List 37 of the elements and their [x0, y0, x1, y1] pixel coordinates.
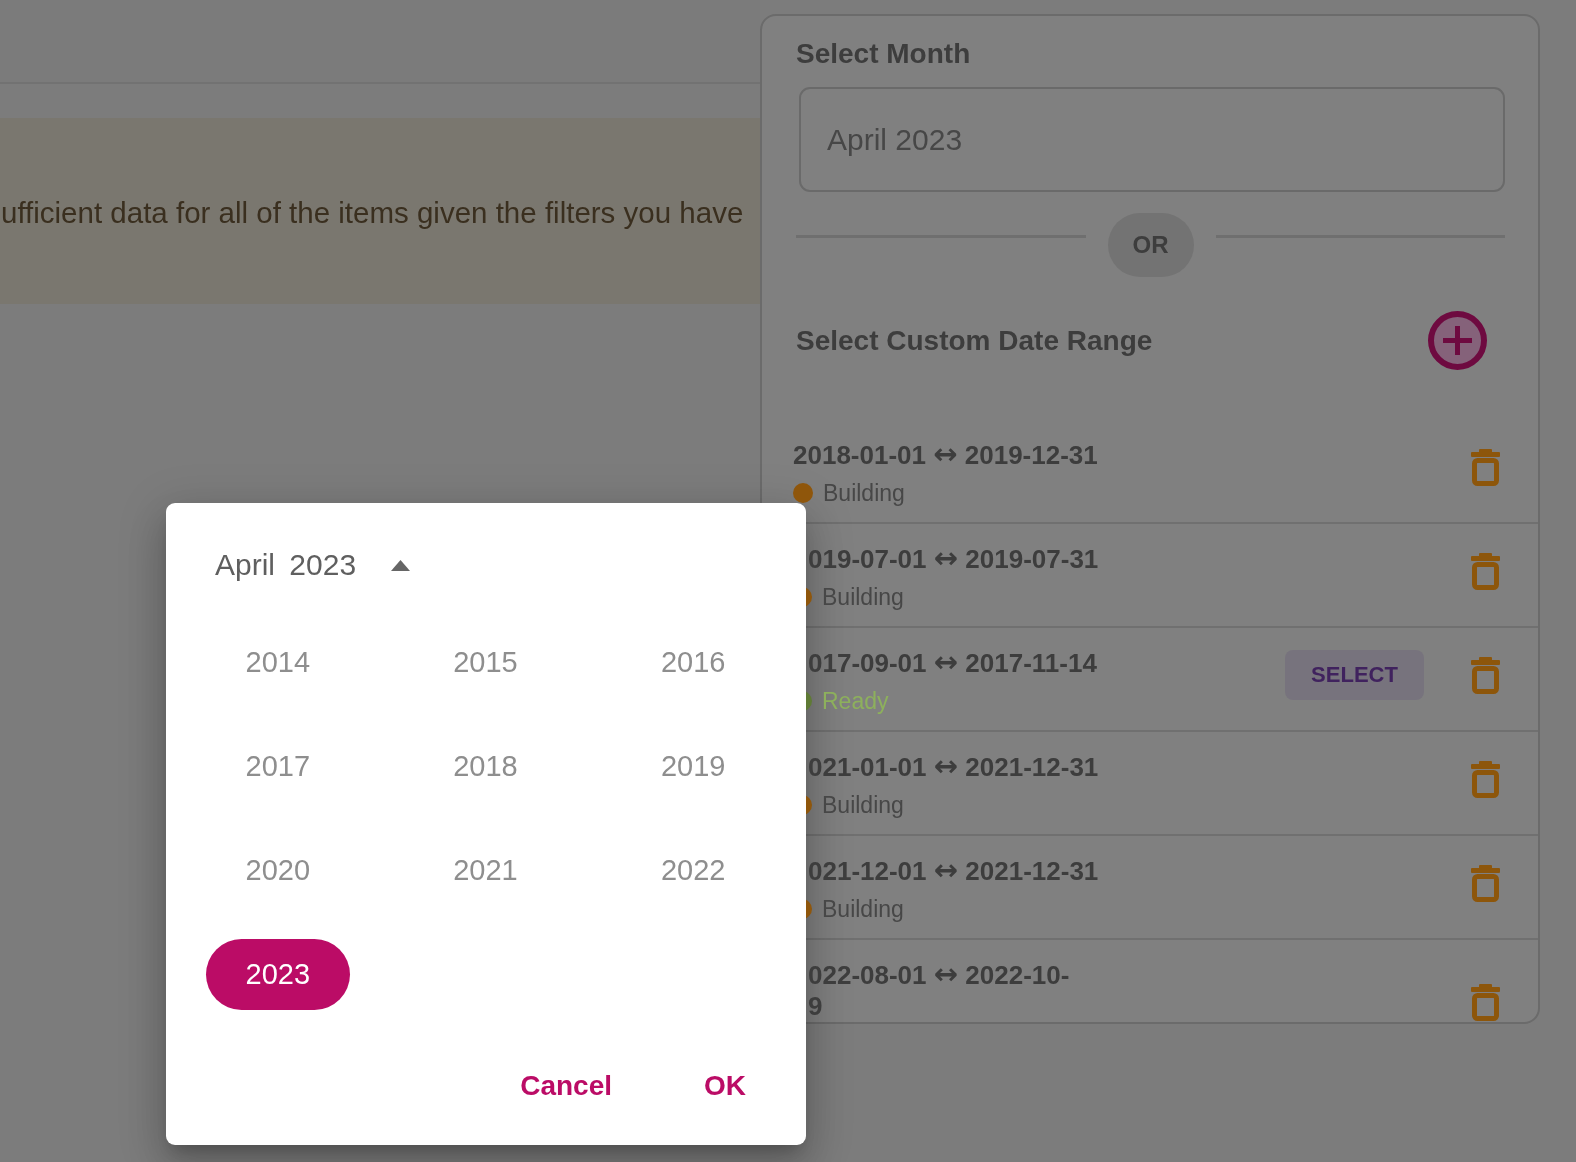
year-option[interactable]: 2016	[621, 626, 766, 698]
picker-heading: April 2023	[215, 548, 357, 582]
status-text: Ready	[822, 687, 889, 715]
trash-icon[interactable]	[1471, 448, 1500, 486]
year-option[interactable]: 2023	[205, 938, 350, 1010]
caret-up-icon[interactable]	[391, 559, 411, 571]
year-option[interactable]: 2015	[413, 626, 558, 698]
date-range-text: 021-01-01 ↔ 2021-12-31	[808, 752, 1099, 783]
status-text: Building	[822, 895, 904, 923]
date-range-text: 2018-01-01 ↔ 2019-12-31	[793, 440, 1098, 471]
status-text: Building	[823, 479, 905, 507]
date-range-text: 021-12-01 ↔ 2021-12-31	[808, 856, 1099, 887]
banner-message: ufficient data for all of the items given the filters you have	[0, 196, 744, 230]
date-range-text: 022-08-01 ↔ 2022-10- 9	[808, 960, 1070, 1022]
add-circle-icon[interactable]	[1428, 311, 1487, 370]
status-text: Building	[822, 583, 904, 611]
select-button[interactable]: SELECT	[1285, 650, 1424, 700]
trash-icon[interactable]	[1471, 984, 1500, 1021]
trash-icon[interactable]	[1471, 552, 1500, 590]
trash-icon[interactable]	[1471, 864, 1500, 902]
month-field[interactable]: April 2023	[799, 87, 1505, 192]
trash-icon[interactable]	[1471, 656, 1500, 694]
status-text: Building	[822, 791, 904, 819]
section-title: Select Custom Date Range	[796, 323, 1153, 358]
year-option[interactable]: 2022	[621, 834, 766, 906]
cancel-button[interactable]: Cancel	[500, 1060, 632, 1112]
year-option[interactable]: 2018	[413, 730, 558, 802]
date-range-text: 019-07-01 ↔ 2019-07-31	[808, 544, 1099, 575]
ok-button[interactable]: OK	[684, 1060, 766, 1112]
year-option[interactable]: 2019	[621, 730, 766, 802]
trash-icon[interactable]	[1471, 760, 1500, 798]
year-option[interactable]: 2014	[205, 626, 350, 698]
year-option[interactable]: 2020	[205, 834, 350, 906]
year-option[interactable]: 2017	[205, 730, 350, 802]
date-range-text: 017-09-01 ↔ 2017-11-14	[808, 648, 1097, 679]
section-title: Select Month	[796, 37, 972, 71]
year-option[interactable]: 2021	[413, 834, 558, 906]
